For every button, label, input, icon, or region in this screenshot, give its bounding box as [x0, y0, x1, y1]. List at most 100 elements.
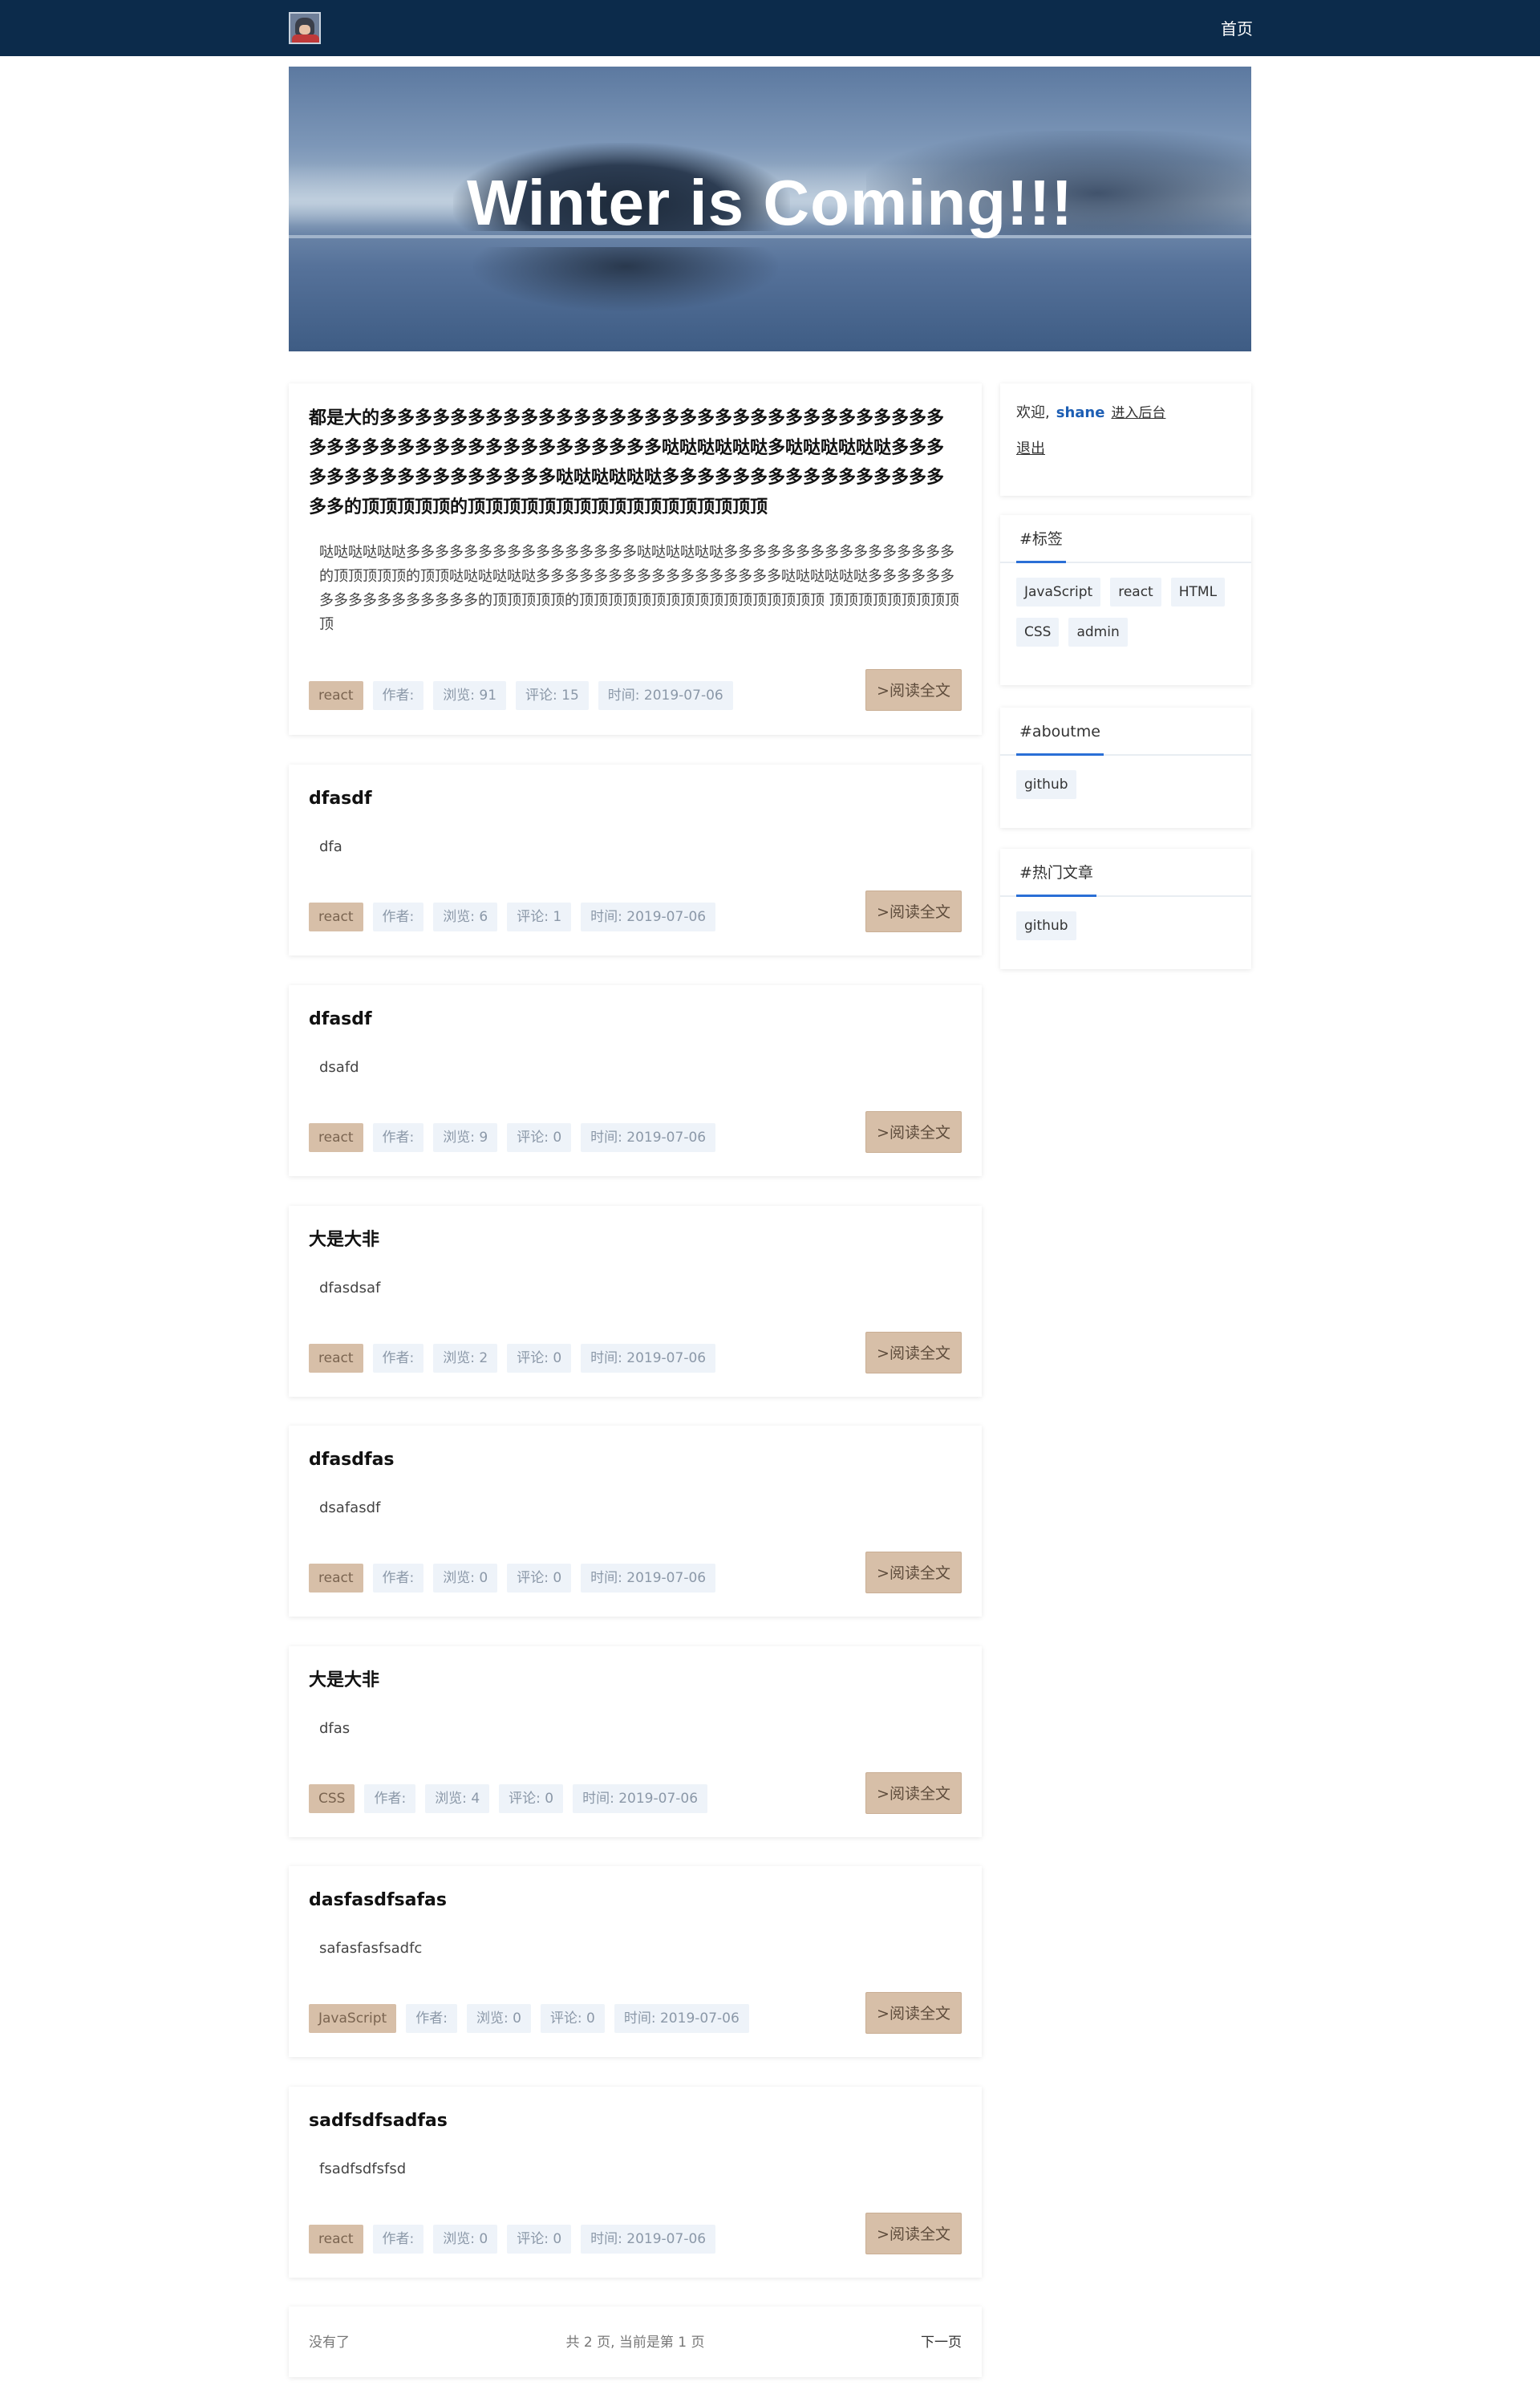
tags-list: JavaScript react HTML CSS admin — [1016, 578, 1249, 647]
read-more-button[interactable]: >阅读全文 — [865, 891, 962, 932]
post-date: 时间: 2019-07-06 — [581, 2225, 716, 2254]
post-title[interactable]: 大是大非 — [309, 1226, 958, 1255]
post-views: 浏览: 2 — [433, 1344, 498, 1373]
post-meta: react 作者: 浏览: 6 评论: 1 时间: 2019-07-06 — [309, 903, 716, 931]
post-author: 作者: — [372, 681, 424, 710]
post-comments: 评论: 0 — [507, 2225, 572, 2254]
read-more-button[interactable]: >阅读全文 — [865, 1772, 962, 1814]
welcome-username[interactable]: shane — [1056, 404, 1105, 421]
post-card: 都是大的多多多多多多多多多多多多多多多多多多多多多多多多多多多多多多多多多多多多… — [289, 383, 982, 735]
post-comments: 评论: 0 — [507, 1123, 572, 1152]
read-more-button[interactable]: >阅读全文 — [865, 1552, 962, 1593]
hot-article-link[interactable]: github — [1016, 911, 1076, 940]
post-title[interactable]: dfasdf — [309, 1005, 958, 1034]
post-title[interactable]: 都是大的多多多多多多多多多多多多多多多多多多多多多多多多多多多多多多多多多多多多… — [309, 404, 958, 522]
site-logo-avatar[interactable] — [289, 12, 321, 44]
post-card: 大是大非 dfasdsaf react 作者: 浏览: 2 评论: 0 时间: … — [289, 1206, 982, 1397]
post-author: 作者: — [372, 2225, 424, 2254]
post-author: 作者: — [372, 1123, 424, 1152]
admin-link[interactable]: 进入后台 — [1111, 405, 1165, 421]
post-meta: JavaScript 作者: 浏览: 0 评论: 0 时间: 2019-07-0… — [309, 2004, 749, 2033]
post-tag[interactable]: JavaScript — [309, 2004, 397, 2033]
post-tag[interactable]: CSS — [309, 1784, 355, 1813]
post-excerpt: dsafasdf — [319, 1499, 381, 1516]
post-comments: 评论: 0 — [507, 1564, 572, 1593]
welcome-greeting: 欢迎, — [1016, 404, 1050, 421]
post-excerpt: 哒哒哒哒哒哒多多多多多多多多多多多多多多多多哒哒哒哒哒哒多多多多多多多多多多多多… — [319, 544, 959, 633]
read-more-button[interactable]: >阅读全文 — [865, 1111, 962, 1153]
hero-banner: Winter is Coming!!! — [289, 67, 1251, 351]
banner-title: Winter is Coming!!! — [467, 167, 1073, 238]
nav-home-link[interactable]: 首页 — [1211, 18, 1253, 40]
post-author: 作者: — [364, 1784, 416, 1813]
post-excerpt: dfasdsaf — [319, 1280, 381, 1296]
aboutme-list: github — [1016, 770, 1249, 799]
post-views: 浏览: 91 — [433, 681, 507, 710]
post-comments: 评论: 0 — [507, 1344, 572, 1373]
post-meta: react 作者: 浏览: 9 评论: 0 时间: 2019-07-06 — [309, 1123, 716, 1152]
aboutme-panel: #aboutme github — [1000, 708, 1251, 828]
post-author: 作者: — [372, 1344, 424, 1373]
post-meta: react 作者: 浏览: 2 评论: 0 时间: 2019-07-06 — [309, 1344, 716, 1373]
post-meta: react 作者: 浏览: 0 评论: 0 时间: 2019-07-06 — [309, 2225, 716, 2254]
post-tag[interactable]: react — [309, 1344, 363, 1373]
post-views: 浏览: 4 — [425, 1784, 490, 1813]
post-title[interactable]: 大是大非 — [309, 1666, 958, 1695]
tag-item[interactable]: JavaScript — [1016, 578, 1101, 607]
post-title[interactable]: dasfasdfsafas — [309, 1886, 958, 1915]
post-date: 时间: 2019-07-06 — [573, 1784, 708, 1813]
aboutme-panel-header: #aboutme — [1000, 708, 1251, 756]
post-views: 浏览: 0 — [433, 2225, 498, 2254]
post-views: 浏览: 6 — [433, 903, 498, 931]
tags-panel-header: #标签 — [1000, 515, 1251, 563]
post-card: dfasdf dfa react 作者: 浏览: 6 评论: 1 时间: 201… — [289, 765, 982, 956]
post-title[interactable]: dfasdfas — [309, 1446, 958, 1475]
post-author: 作者: — [372, 903, 424, 931]
post-date: 时间: 2019-07-06 — [598, 681, 733, 710]
post-date: 时间: 2019-07-06 — [581, 1123, 716, 1152]
tag-item[interactable]: CSS — [1016, 618, 1060, 647]
post-meta: react 作者: 浏览: 91 评论: 15 时间: 2019-07-06 — [309, 681, 733, 710]
read-more-button[interactable]: >阅读全文 — [865, 2213, 962, 2254]
post-tag[interactable]: react — [309, 2225, 363, 2254]
post-card: sadfsdfsadfas fsadfsdfsfsd react 作者: 浏览:… — [289, 2087, 982, 2278]
post-excerpt: dfa — [319, 838, 342, 855]
logout-link[interactable]: 退出 — [1016, 437, 1045, 458]
hot-articles-list: github — [1016, 911, 1249, 940]
read-more-button[interactable]: >阅读全文 — [865, 1332, 962, 1373]
aboutme-panel-title[interactable]: #aboutme — [1016, 719, 1104, 756]
post-meta: CSS 作者: 浏览: 4 评论: 0 时间: 2019-07-06 — [309, 1784, 708, 1813]
read-more-button[interactable]: >阅读全文 — [865, 669, 962, 711]
github-link[interactable]: github — [1016, 770, 1076, 799]
post-tag[interactable]: react — [309, 1564, 363, 1593]
post-comments: 评论: 0 — [499, 1784, 564, 1813]
post-tag[interactable]: react — [309, 681, 363, 710]
post-title[interactable]: sadfsdfsadfas — [309, 2107, 958, 2136]
post-card: dfasdfas dsafasdf react 作者: 浏览: 0 评论: 0 … — [289, 1426, 982, 1617]
post-author: 作者: — [372, 1564, 424, 1593]
post-comments: 评论: 1 — [507, 903, 572, 931]
tag-item[interactable]: admin — [1068, 618, 1128, 647]
post-card: dfasdf dsafd react 作者: 浏览: 9 评论: 0 时间: 2… — [289, 985, 982, 1176]
tags-panel: #标签 JavaScript react HTML CSS admin — [1000, 515, 1251, 685]
post-title[interactable]: dfasdf — [309, 785, 958, 813]
tag-item[interactable]: HTML — [1170, 578, 1226, 607]
tags-panel-title[interactable]: #标签 — [1016, 526, 1066, 563]
hot-articles-panel-header: #热门文章 — [1000, 849, 1251, 897]
post-views: 浏览: 9 — [433, 1123, 498, 1152]
tag-item[interactable]: react — [1110, 578, 1161, 607]
post-card: dasfasdfsafas safasfasfsadfc JavaScript … — [289, 1866, 982, 2057]
post-tag[interactable]: react — [309, 1123, 363, 1152]
post-date: 时间: 2019-07-06 — [581, 1344, 716, 1373]
post-meta: react 作者: 浏览: 0 评论: 0 时间: 2019-07-06 — [309, 1564, 716, 1593]
read-more-button[interactable]: >阅读全文 — [865, 1992, 962, 2034]
post-comments: 评论: 15 — [516, 681, 589, 710]
top-navbar: 首页 — [0, 0, 1540, 56]
post-excerpt: dfas — [319, 1720, 351, 1737]
next-page-link[interactable]: 下一页 — [921, 2331, 962, 2351]
hot-articles-panel: #热门文章 github — [1000, 849, 1251, 969]
hot-articles-panel-title[interactable]: #热门文章 — [1016, 860, 1096, 897]
post-date: 时间: 2019-07-06 — [581, 1564, 716, 1593]
post-views: 浏览: 0 — [466, 2004, 531, 2033]
post-tag[interactable]: react — [309, 903, 363, 931]
